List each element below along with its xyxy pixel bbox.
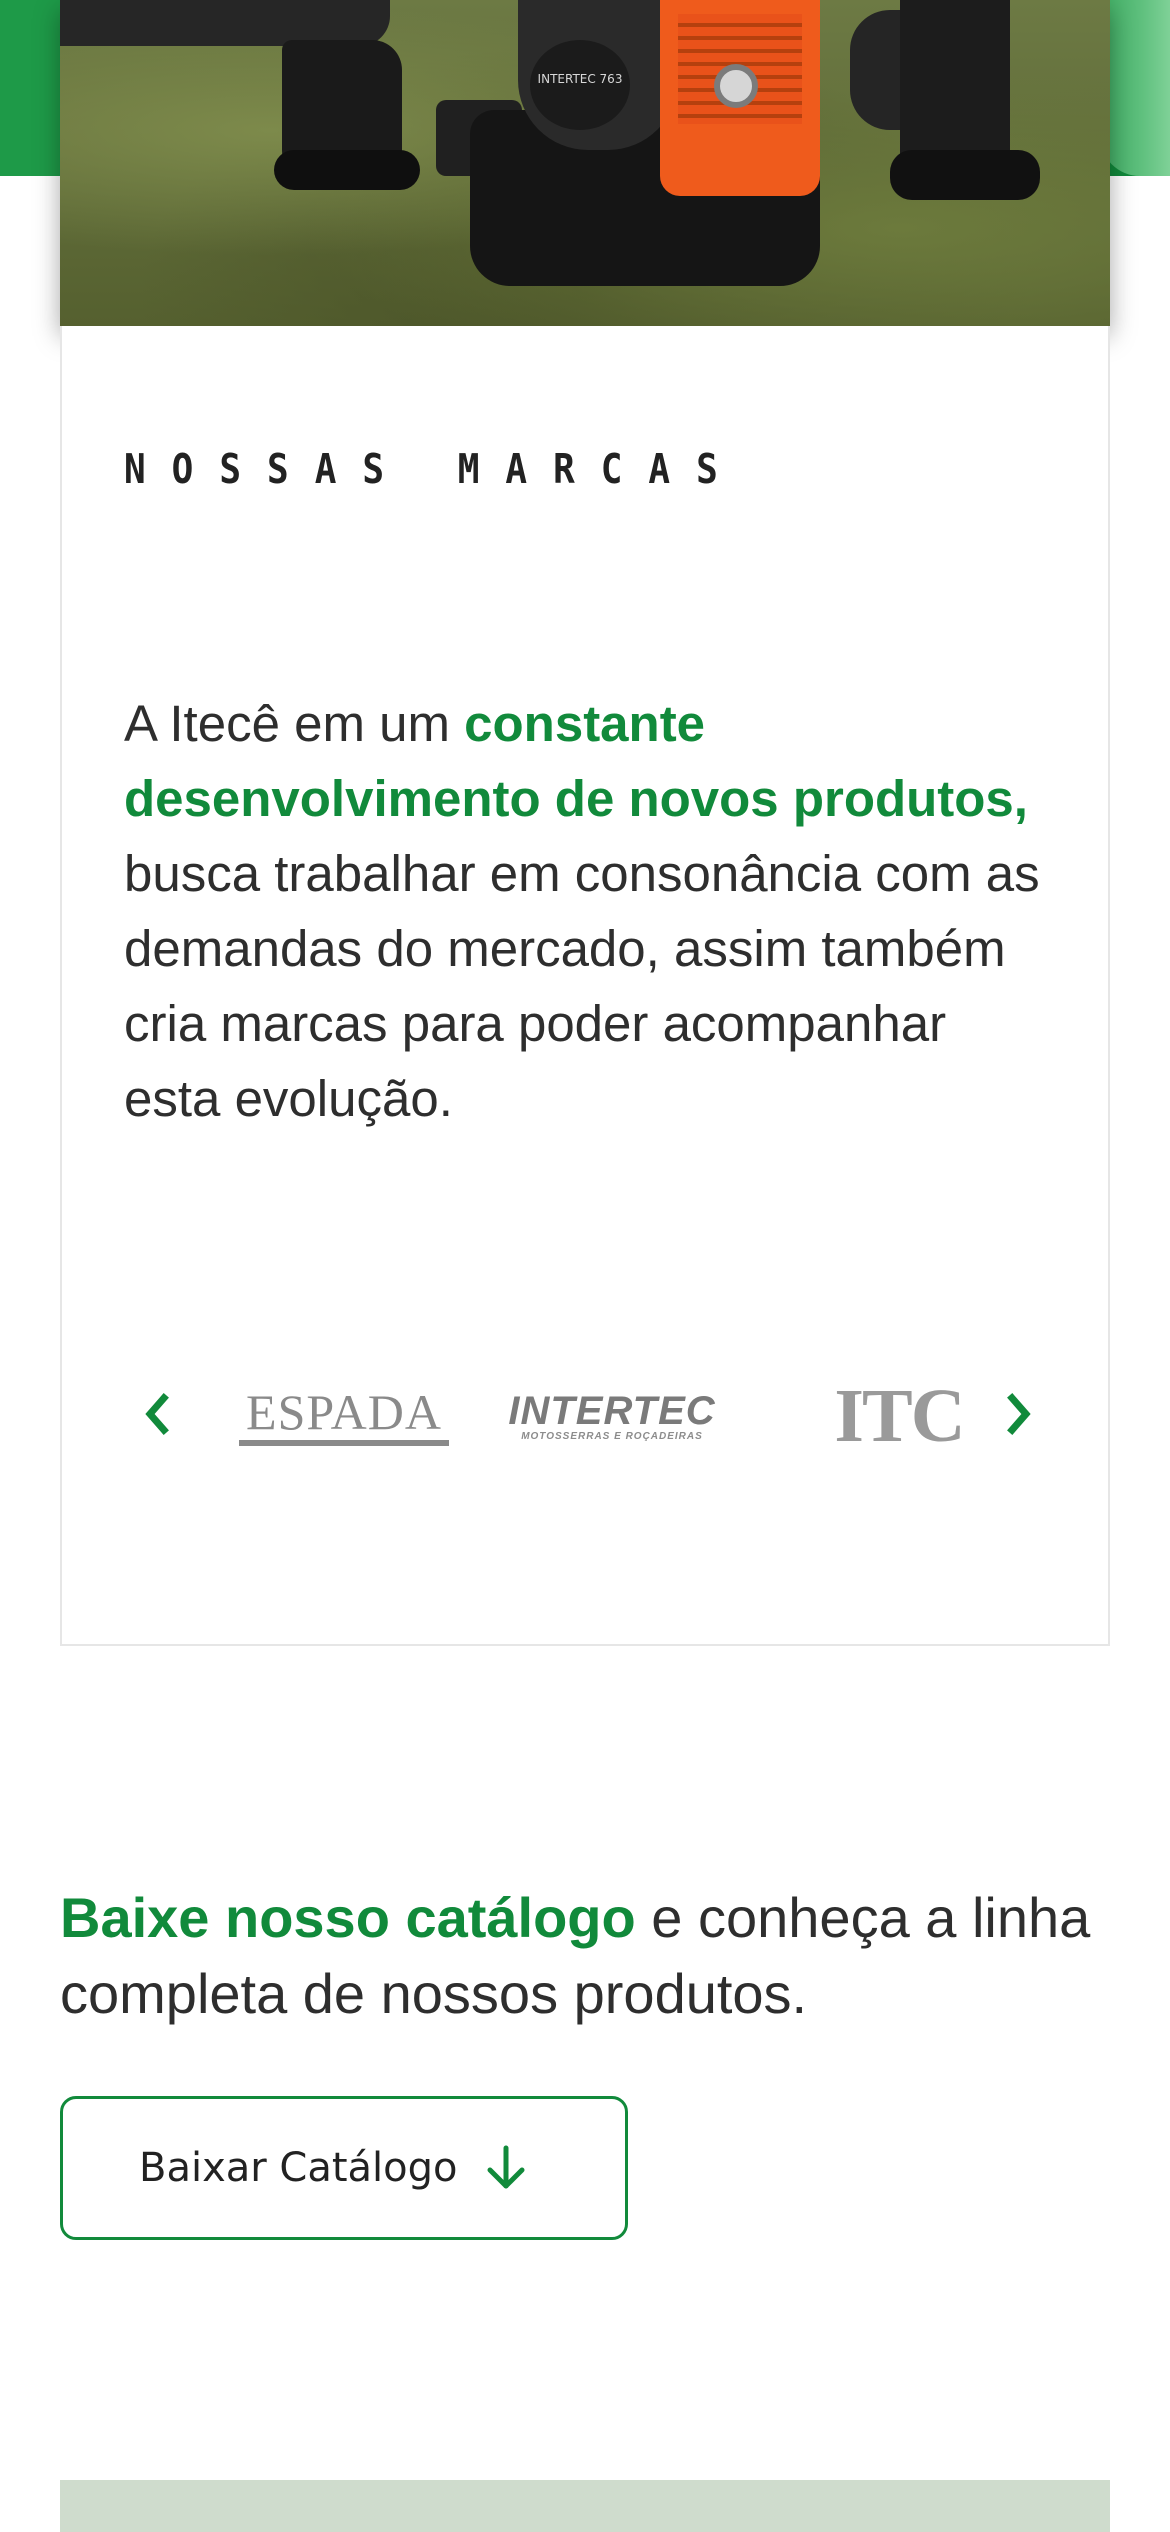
carousel-next-button[interactable]: [994, 1388, 1046, 1440]
chevron-left-icon: [145, 1393, 169, 1435]
itc-logo-text: ITC: [834, 1374, 965, 1458]
engine-knob: [714, 64, 758, 108]
next-section-band: [60, 2480, 1110, 2532]
hero-image: INTERTEC 763: [60, 0, 1110, 326]
intro-prefix: A Itecê em um: [124, 695, 465, 752]
brands-intro: A Itecê em um constante desenvolvimento …: [124, 686, 1054, 1136]
right-boot-sole: [890, 150, 1040, 200]
section-title: NOSSAS MARCAS: [124, 446, 744, 494]
intertec-logo-text: INTERTEC: [508, 1388, 716, 1433]
engine-cover: [660, 0, 820, 196]
arrow-down-icon: [484, 2144, 528, 2192]
brand-logo-intertec[interactable]: INTERTEC MOTOSSERRAS E ROÇADEIRAS: [504, 1376, 720, 1456]
brands-card: NOSSAS MARCAS A Itecê em um constante de…: [60, 326, 1110, 1646]
brand-logo-itc[interactable]: ITC: [824, 1376, 974, 1456]
green-band-left: [0, 0, 60, 176]
carousel-prev-button[interactable]: [130, 1388, 182, 1440]
brand-logo-espada[interactable]: ESPADA: [236, 1376, 452, 1456]
espada-logo-text: ESPADA: [246, 1384, 442, 1440]
catalog-highlight: Baixe nosso catálogo: [60, 1886, 636, 1949]
green-band-right: [1100, 0, 1170, 176]
intertec-logo-tagline: MOTOSSERRAS E ROÇADEIRAS: [521, 1430, 703, 1442]
catalog-text: Baixe nosso catálogo e conheça a linha c…: [60, 1880, 1120, 2032]
brands-carousel: ESPADA INTERTEC MOTOSSERRAS E ROÇADEIRAS…: [124, 1366, 1054, 1462]
download-catalog-button[interactable]: Baixar Catálogo: [60, 2096, 628, 2240]
engine-label: INTERTEC 763: [530, 40, 630, 130]
chevron-right-icon: [1007, 1393, 1031, 1435]
intro-suffix: busca trabalhar em consonância com as de…: [124, 845, 1040, 1127]
left-boot-sole: [274, 150, 420, 190]
espada-logo-underline: [239, 1440, 449, 1446]
download-catalog-label: Baixar Catálogo: [139, 2145, 458, 2191]
